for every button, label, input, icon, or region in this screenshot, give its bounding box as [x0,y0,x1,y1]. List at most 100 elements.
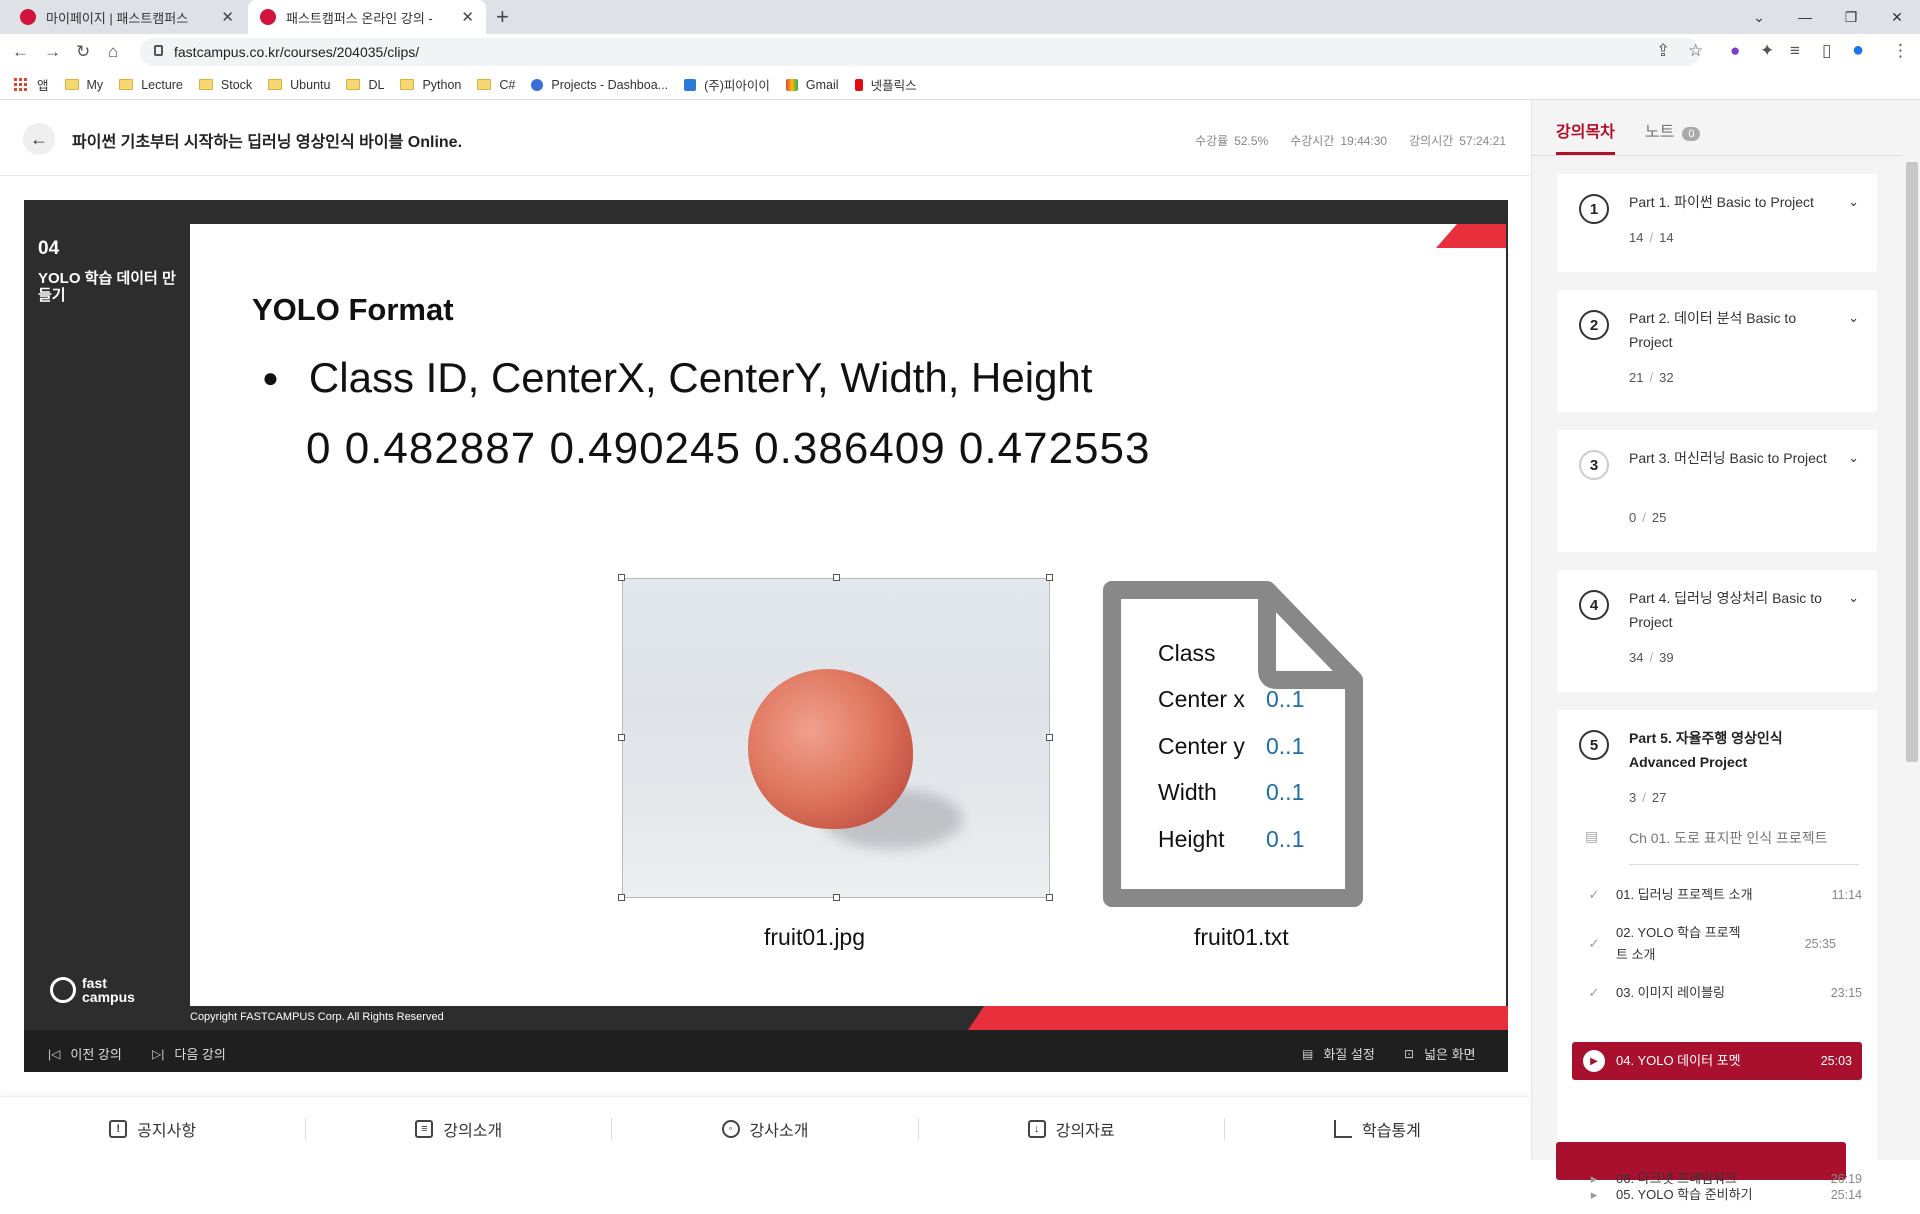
wide-screen-button[interactable]: ⊡ 넓은 화면 [1404,1044,1476,1063]
bookmark-folder[interactable]: Stock [198,77,253,92]
restore-icon[interactable]: ❐ [1828,0,1874,34]
skip-next-icon: ▷| [152,1046,165,1061]
share-icon[interactable]: ⇪ [1656,41,1670,61]
browser-tab-course[interactable]: 패스트캠퍼스 온라인 강의 - ✕ [248,0,486,34]
url-bar[interactable]: fastcampus.co.kr/courses/204035/clips/ [140,38,1700,66]
video-player[interactable]: 04 YOLO 학습 데이터 만들기 fast campus YOLO Forma… [24,200,1508,1072]
address-row: ← → ↻ ⌂ fastcampus.co.kr/courses/204035/… [0,34,1920,70]
bookmark-label: 넷플릭스 [870,79,917,93]
bbox-handle [833,574,840,581]
folder-icon [477,79,492,90]
tab-curriculum[interactable]: 강의목차 [1556,118,1615,155]
bookmark-link[interactable]: 넷플릭스 [854,75,917,94]
sidebar-scrollbar[interactable] [1906,162,1918,762]
bar-chart-icon [1333,1119,1352,1138]
gmail-icon [785,78,798,91]
tab-notes[interactable]: 노트 0 [1645,118,1701,155]
extension-icon[interactable]: ● [1730,41,1740,61]
forward-icon[interactable]: → [44,42,61,62]
check-icon: ✓ [1588,936,1600,951]
part-progress: 34/39 [1629,650,1674,665]
part-number: 1 [1579,194,1609,224]
part-title: Part 2. 데이터 분석 Basic to Project [1629,310,1797,350]
fastcampus-logo: fast campus [50,976,135,1004]
tab-search-icon[interactable]: ⌄ [1736,0,1782,34]
chevron-down-icon[interactable]: ⌄ [1848,310,1859,326]
bookmark-label: DL [368,77,385,92]
nav-materials[interactable]: ↓ 강의자료 [919,1117,1225,1140]
course-title: 파이썬 기초부터 시작하는 딥러닝 영상인식 바이블 Online. [72,134,463,151]
close-tab-icon[interactable]: ✕ [221,8,234,26]
close-window-icon[interactable]: ✕ [1874,0,1920,34]
fastcampus-logo-icon [50,977,76,1003]
bookmark-folder[interactable]: C# [477,78,515,92]
part-progress: 14/14 [1629,230,1674,245]
part-title: Part 5. 자율주행 영상인식 Advanced Project [1629,730,1783,770]
chevron-down-icon[interactable]: ⌄ [1848,590,1859,606]
slide-corner-accent [1436,224,1506,248]
slide-lesson-title: YOLO 학습 데이터 만들기 [38,270,176,304]
minimize-icon[interactable]: — [1782,0,1828,34]
part-title: Part 3. 머신러닝 Basic to Project [1629,450,1827,466]
notice-icon: ! [109,1119,128,1138]
sidepanel-icon[interactable]: ▯ [1822,41,1831,61]
quality-settings-button[interactable]: ▤ 화질 설정 [1302,1044,1375,1063]
back-arrow-icon[interactable]: ← [23,123,55,155]
part-3[interactable]: 3 Part 3. 머신러닝 Basic to Project 0/25 ⌄ [1557,430,1877,552]
part-5[interactable]: 5 Part 5. 자율주행 영상인식 Advanced Project 3/2… [1556,710,1877,1202]
menu-kebab-icon[interactable]: ⋮ [1892,41,1909,61]
lesson-item[interactable]: ✓ 03. 이미지 레이블링 23:15 [1572,974,1862,1012]
lock-icon [154,45,163,56]
close-tab-icon[interactable]: ✕ [461,8,474,26]
lesson-item[interactable]: ✓ 01. 딥러닝 프로젝트 소개 11:14 [1572,876,1862,914]
bookmark-link[interactable]: Gmail [785,78,839,92]
play-circle-icon: ▶ [1583,1050,1605,1072]
nav-statistics[interactable]: 학습통계 [1225,1118,1530,1140]
puzzle-icon[interactable]: ✦ [1760,41,1774,61]
nav-notice[interactable]: ! 공지사항 [0,1117,307,1140]
bookmark-apps[interactable]: 앱 [14,75,49,94]
bookmark-folder[interactable]: Ubuntu [268,78,330,92]
bookmark-link[interactable]: Projects - Dashboa... [531,78,668,92]
profile-avatar-icon[interactable]: ● [1852,39,1864,62]
wide-screen-icon: ⊡ [1404,1046,1415,1061]
chapter-divider [1629,864,1859,865]
bbox-handle [1046,734,1053,741]
bookmark-link[interactable]: (주)피아이이 [684,75,770,94]
prev-lecture-button[interactable]: |◁ 이전 강의 [48,1044,122,1063]
wide-label: 넓은 화면 [1424,1047,1476,1062]
home-icon[interactable]: ⌂ [108,42,118,62]
lesson-item[interactable]: ▸ 06. 다크넷 프레임워크 26:19 [1572,1160,1862,1198]
progress-stat: 수강률 52.5% [1195,134,1269,148]
browser-tab-mypage[interactable]: 마이페이지 | 패스트캠퍼스 ✕ [8,0,246,34]
lesson-item[interactable]: ✓ 02. YOLO 학습 프로젝트 소개 25:35 [1572,920,1862,968]
new-tab-icon[interactable]: + [496,4,509,30]
nav-course-intro[interactable]: ≡ 강의소개 [306,1117,613,1140]
part-4[interactable]: 4 Part 4. 딥러닝 영상처리 Basic to Project 34/3… [1557,570,1877,692]
next-lecture-button[interactable]: ▷| 다음 강의 [152,1044,226,1063]
download-doc-icon: ↓ [1027,1119,1046,1138]
lesson-item-current[interactable]: ▶ 04. YOLO 데이터 포멧 25:03 [1572,1042,1862,1080]
bookmark-star-icon[interactable]: ☆ [1688,41,1703,61]
chevron-down-icon[interactable]: ⌄ [1848,194,1859,210]
bookmark-label: Stock [220,77,253,92]
lesson-duration: 25:03 [1820,1054,1852,1068]
bottom-navigation: ! 공지사항 ≡ 강의소개 ◦ 강사소개 ↓ 강의자료 학습통계 [0,1096,1530,1160]
bookmark-folder[interactable]: Lecture [119,78,183,92]
part-1[interactable]: 1 Part 1. 파이썬 Basic to Project 14/14 ⌄ [1557,174,1877,272]
bookmark-folder[interactable]: DL [346,78,384,92]
part-2[interactable]: 2 Part 2. 데이터 분석 Basic to Project 21/32 … [1557,290,1877,412]
chevron-down-icon[interactable]: ⌄ [1848,450,1859,466]
bookmark-folder[interactable]: My [64,78,103,92]
reload-icon[interactable]: ↻ [76,42,90,62]
bookmark-folder[interactable]: Python [400,78,461,92]
bbox-handle [833,894,840,901]
bbox-handle [618,734,625,741]
fastcampus-favicon-icon [260,9,276,25]
back-icon[interactable]: ← [12,42,29,62]
text-file-caption: fruit01.txt [1194,924,1289,950]
nav-instructor[interactable]: ◦ 강사소개 [612,1117,919,1140]
chapter-title[interactable]: Ch 01. 도로 표지판 인식 프로젝트 [1629,828,1828,848]
media-icon[interactable]: ≡ [1790,41,1800,61]
slide-footer-accent [968,1006,1508,1030]
